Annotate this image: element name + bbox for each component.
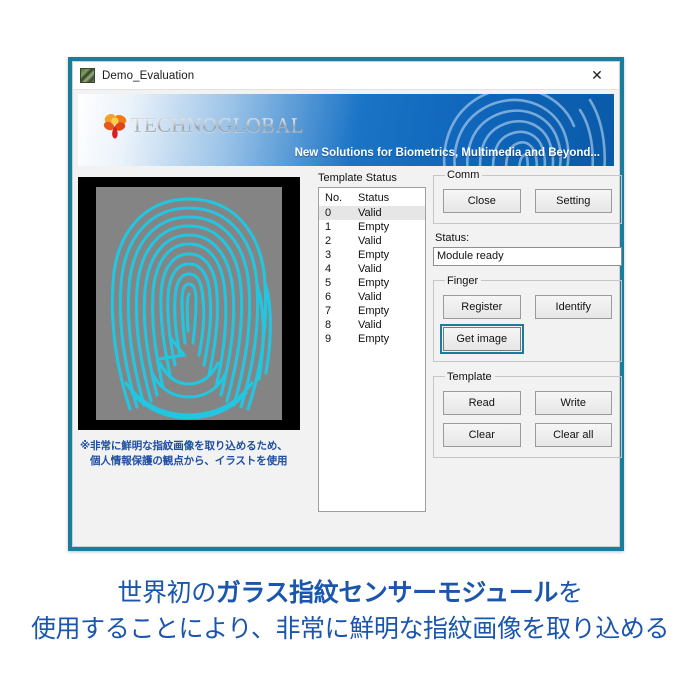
register-button[interactable]: Register (443, 294, 521, 319)
clear-button[interactable]: Clear (443, 422, 521, 447)
template-status-label: Template Status (318, 172, 397, 184)
privacy-note: ※非常に鮮明な指紋画像を取り込めるため、 個人情報保護の観点から、イラストを使用 (80, 439, 336, 469)
title-bar: Demo_Evaluation ✕ (73, 62, 619, 90)
cell-no: 8 (325, 319, 332, 331)
write-button[interactable]: Write (534, 390, 612, 415)
cell-status: Valid (358, 291, 382, 303)
template-button-row-1: Read Write (443, 390, 612, 415)
finger-group-legend: Finger (447, 274, 479, 287)
finger-button-row-2: Get image (440, 323, 612, 354)
comm-group-legend: Comm (447, 169, 480, 181)
cell-no: 2 (325, 235, 332, 247)
cell-no: 3 (325, 249, 332, 261)
app-icon (80, 68, 95, 83)
cell-status: Empty (358, 305, 390, 317)
close-connection-button[interactable]: Close (443, 189, 521, 213)
table-row[interactable]: 3 Empty (319, 248, 425, 262)
caption-line-1: 世界初のガラス指紋センサーモジュールを (0, 575, 700, 611)
brand-name: TECHNOGLOBAL (131, 112, 304, 137)
window-title: Demo_Evaluation (102, 69, 195, 82)
clear-all-button[interactable]: Clear all (534, 422, 612, 447)
cell-status: Valid (358, 319, 382, 331)
column-header-no: No. (325, 192, 343, 204)
cell-no: 4 (325, 263, 332, 275)
table-row[interactable]: 1 Empty (319, 220, 425, 234)
privacy-note-line-1: ※非常に鮮明な指紋画像を取り込めるため、 (80, 440, 288, 452)
caption-line-1-pre: 世界初の (117, 578, 216, 607)
table-row[interactable]: 5 Empty (319, 276, 425, 290)
cell-no: 9 (325, 333, 332, 345)
app-window-frame: Demo_Evaluation ✕ TECHNOGLOBAL New Solut… (68, 57, 624, 551)
cell-no: 0 (325, 207, 332, 219)
brand-logo: TECHNOGLOBAL (102, 110, 304, 140)
status-label: Status: (435, 232, 470, 244)
caption-line-1-highlight: ガラス指紋センサーモジュール (215, 578, 559, 607)
privacy-note-line-2: 個人情報保護の観点から、イラストを使用 (90, 455, 288, 468)
cell-status: Valid (358, 263, 382, 275)
close-icon[interactable]: ✕ (575, 62, 619, 88)
template-group: Template Read Write Clear Clear all (433, 370, 622, 458)
fingerprint-image (96, 187, 282, 420)
cell-status: Valid (358, 207, 382, 219)
table-row[interactable]: 2 Valid (319, 234, 425, 248)
brand-banner: TECHNOGLOBAL New Solutions for Biometric… (78, 94, 614, 166)
cell-status: Valid (358, 235, 382, 247)
table-row[interactable]: 8 Valid (319, 318, 425, 332)
caption-line-1-post: を (557, 578, 583, 607)
table-row[interactable]: 9 Empty (319, 332, 425, 346)
controls-column: Comm Close Setting Status: Finger Regist… (433, 169, 622, 458)
logo-flower-icon (102, 110, 128, 140)
app-window: Demo_Evaluation ✕ TECHNOGLOBAL New Solut… (72, 61, 622, 547)
cell-no: 1 (325, 221, 332, 233)
status-input[interactable] (433, 246, 622, 266)
caption-line-2: 使用することにより、非常に鮮明な指紋画像を取り込める (30, 613, 670, 643)
column-header-status: Status (358, 192, 390, 204)
listbox-header: No. Status (319, 191, 425, 206)
cell-no: 7 (325, 305, 332, 317)
brand-tagline: New Solutions for Biometrics, Multimedia… (294, 147, 600, 159)
identify-button[interactable]: Identify (534, 294, 612, 319)
get-image-button[interactable]: Get image (440, 323, 524, 354)
dialog-body: ※非常に鮮明な指紋画像を取り込めるため、 個人情報保護の観点から、イラストを使用… (78, 169, 622, 541)
finger-button-row-1: Register Identify (443, 294, 612, 319)
template-status-listbox[interactable]: No. Status 0 Valid 1 Empty 2 Valid 3 Emp… (318, 187, 426, 512)
template-status-panel: Template Status No. Status 0 Valid 1 Emp (318, 172, 426, 512)
cell-status: Empty (358, 277, 390, 289)
read-button[interactable]: Read (443, 390, 521, 415)
setting-button[interactable]: Setting (534, 189, 612, 213)
marketing-caption: 世界初のガラス指紋センサーモジュールを 使用することにより、非常に鮮明な指紋画像… (0, 575, 700, 646)
cell-status: Empty (358, 333, 390, 345)
fingerprint-preview-frame (78, 177, 300, 430)
comm-button-row: Close Setting (443, 189, 612, 213)
cell-no: 5 (325, 277, 332, 289)
table-row[interactable]: 7 Empty (319, 304, 425, 318)
table-row[interactable]: 6 Valid (319, 290, 425, 304)
finger-group: Finger Register Identify Get image (433, 274, 622, 362)
comm-group: Comm Close Setting (433, 169, 622, 224)
screenshot-root: Demo_Evaluation ✕ TECHNOGLOBAL New Solut… (0, 0, 700, 700)
template-group-legend: Template (447, 370, 492, 383)
cell-status: Empty (358, 221, 390, 233)
cell-no: 6 (325, 291, 332, 303)
table-row[interactable]: 0 Valid (319, 206, 425, 220)
table-row[interactable]: 4 Valid (319, 262, 425, 276)
template-button-row-2: Clear Clear all (443, 422, 612, 447)
cell-status: Empty (358, 249, 390, 261)
